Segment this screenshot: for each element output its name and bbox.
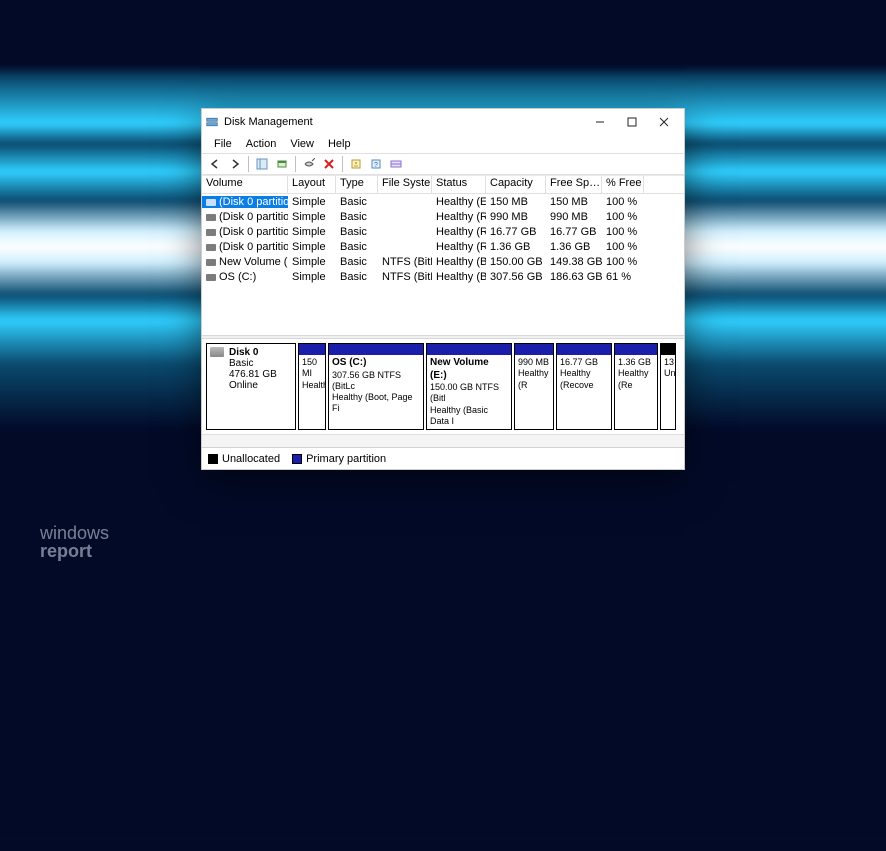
partition-box[interactable]: OS (C:)307.56 GB NTFS (BitLcHealthy (Boo… xyxy=(328,343,424,430)
menu-file[interactable]: File xyxy=(208,137,238,151)
toolbar: ? xyxy=(202,153,684,175)
watermark-line1: windows xyxy=(40,524,109,542)
volume-row[interactable]: (Disk 0 partition 5)SimpleBasicHealthy (… xyxy=(202,209,684,224)
close-button[interactable] xyxy=(648,110,680,134)
partition-color-bar xyxy=(329,344,423,355)
partition-box[interactable]: 1.36 GBHealthy (Re xyxy=(614,343,658,430)
toolbar-separator xyxy=(248,156,249,172)
volume-list[interactable]: Volume Layout Type File System Status Ca… xyxy=(202,175,684,335)
toolbar-separator xyxy=(295,156,296,172)
disk-state: Online xyxy=(229,380,291,391)
menu-help[interactable]: Help xyxy=(322,137,357,151)
disk-label: Disk 0 xyxy=(229,347,291,358)
bottom-spacer xyxy=(202,434,684,447)
maximize-button[interactable] xyxy=(616,110,648,134)
col-fs[interactable]: File System xyxy=(378,176,432,193)
app-icon xyxy=(206,116,218,128)
partition-color-bar xyxy=(427,344,511,355)
titlebar[interactable]: Disk Management xyxy=(202,109,684,135)
partition-color-bar xyxy=(615,344,657,355)
volume-list-header[interactable]: Volume Layout Type File System Status Ca… xyxy=(202,176,684,194)
partition-color-bar xyxy=(515,344,553,355)
properties-button[interactable] xyxy=(347,155,365,173)
watermark-line2: report xyxy=(40,542,109,560)
legend-primary: Primary partition xyxy=(306,453,386,465)
partition-box[interactable]: 150 MIHealth xyxy=(298,343,326,430)
partition-color-bar xyxy=(661,344,675,355)
partition-color-bar xyxy=(557,344,611,355)
menu-action[interactable]: Action xyxy=(240,137,283,151)
legend-swatch-primary xyxy=(292,454,302,464)
partition-box[interactable]: 13Un xyxy=(660,343,676,430)
delete-button[interactable] xyxy=(320,155,338,173)
col-free[interactable]: Free Sp… xyxy=(546,176,602,193)
col-capacity[interactable]: Capacity xyxy=(486,176,546,193)
disk-size: 476.81 GB xyxy=(229,369,291,380)
volume-row[interactable]: New Volume (E:)SimpleBasicNTFS (BitLo…He… xyxy=(202,254,684,269)
partition-box[interactable]: 990 MBHealthy (R xyxy=(514,343,554,430)
legend-unallocated: Unallocated xyxy=(222,453,280,465)
volume-row[interactable]: (Disk 0 partition 1)SimpleBasicHealthy (… xyxy=(202,194,684,209)
disk-layout-pane: Disk 0 Basic 476.81 GB Online 150 MIHeal… xyxy=(202,339,684,434)
col-layout[interactable]: Layout xyxy=(288,176,336,193)
minimize-button[interactable] xyxy=(584,110,616,134)
help-button[interactable]: ? xyxy=(367,155,385,173)
partition-box[interactable]: New Volume (E:)150.00 GB NTFS (BitlHealt… xyxy=(426,343,512,430)
col-type[interactable]: Type xyxy=(336,176,378,193)
eject-button[interactable] xyxy=(300,155,318,173)
forward-button[interactable] xyxy=(226,155,244,173)
volume-row[interactable]: (Disk 0 partition 7)SimpleBasicHealthy (… xyxy=(202,239,684,254)
svg-text:?: ? xyxy=(374,162,378,169)
disk-info-box[interactable]: Disk 0 Basic 476.81 GB Online xyxy=(206,343,296,430)
col-volume[interactable]: Volume xyxy=(202,176,288,193)
col-pct[interactable]: % Free xyxy=(602,176,644,193)
volume-row[interactable]: OS (C:)SimpleBasicNTFS (BitLo…Healthy (B… xyxy=(202,269,684,284)
toolbar-separator xyxy=(342,156,343,172)
menu-view[interactable]: View xyxy=(284,137,320,151)
partition-box[interactable]: 16.77 GBHealthy (Recove xyxy=(556,343,612,430)
refresh-button[interactable] xyxy=(273,155,291,173)
partition-color-bar xyxy=(299,344,325,355)
disk-icon xyxy=(210,347,224,357)
back-button[interactable] xyxy=(206,155,224,173)
volume-row[interactable]: (Disk 0 partition 6)SimpleBasicHealthy (… xyxy=(202,224,684,239)
legend-swatch-unallocated xyxy=(208,454,218,464)
settings-button[interactable] xyxy=(387,155,405,173)
col-status[interactable]: Status xyxy=(432,176,486,193)
legend: Unallocated Primary partition xyxy=(202,447,684,469)
disk-management-window: Disk Management File Action View Help ? … xyxy=(201,108,685,470)
menu-bar: File Action View Help xyxy=(202,135,684,153)
disk-type: Basic xyxy=(229,358,291,369)
window-title: Disk Management xyxy=(224,116,584,128)
show-hide-console-tree-button[interactable] xyxy=(253,155,271,173)
watermark-logo: windows report xyxy=(40,524,109,560)
